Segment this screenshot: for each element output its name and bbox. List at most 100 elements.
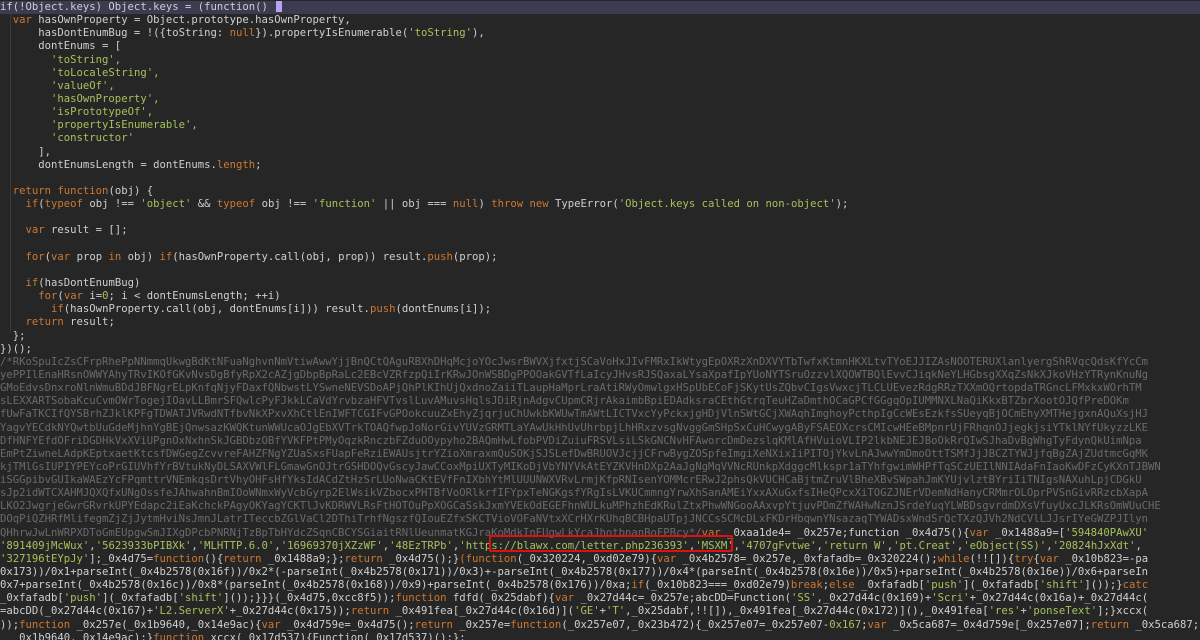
code-token: return bbox=[414, 618, 460, 631]
code-line: DOqPiQZHRfMlifegmZjZjJytmHviNsJmnJLatrIT… bbox=[0, 513, 1200, 526]
code-token: /*RKoSpuIcZsCFrpRhePpNNmmqUkwgBdKtNFuaNg… bbox=[0, 355, 1149, 368]
code-token: )); bbox=[0, 618, 20, 631]
code-token: prop bbox=[76, 250, 109, 263]
code-token: if bbox=[25, 276, 39, 289]
code-token: 'function' bbox=[312, 198, 377, 211]
code-line: ));function _0x257e(_0x1b9640,_0x14e9ac)… bbox=[0, 619, 1200, 632]
code-token: }; bbox=[0, 329, 26, 342]
code-line: 'toString', bbox=[0, 54, 1200, 67]
code-line: EmPtZiwneLAdpKEptxaetKtcsfDWGegZcvvreFAH… bbox=[0, 448, 1200, 461]
code-line: fUwFaTKCIfQYSBrhZJklKPFgTDWATJVRwdNTfbvN… bbox=[0, 408, 1200, 421]
code-token: (hasOwnProperty.call(obj, dontEnums[i]))… bbox=[63, 303, 370, 316]
code-token: _0x1488a9;}; bbox=[267, 552, 345, 565]
code-line: })(); bbox=[0, 343, 1200, 356]
code-token: if bbox=[159, 250, 173, 263]
code-token: var bbox=[1039, 552, 1066, 565]
code-token: (hasDontEnumBug) bbox=[38, 276, 141, 289]
code-token: 'ponseText' bbox=[1026, 605, 1098, 618]
code-token: 'res' bbox=[988, 605, 1021, 618]
code-token: push bbox=[369, 303, 396, 316]
code-token: i= bbox=[89, 290, 103, 303]
code-token: DOqPiQZHRfMlifegmZjZjJytmHviNsJmnJLatrIT… bbox=[0, 513, 1149, 526]
code-token: (_0x257e07,_0x23b472){_0x257e07=_0x257e0… bbox=[561, 618, 830, 631]
code-line: yePPIlEnaHRsnOWWYAhyTRvIKOfGKvNvsDgBfyRp… bbox=[0, 369, 1200, 382]
code-token: 'toString' bbox=[408, 27, 472, 40]
code-token: YagvYECdkNYQwtbUuGdeMjhnYgBEjQnwsazKWQKt… bbox=[0, 421, 1149, 434]
code-token: fUwFaTKCIfQYSBrhZJklKPFgTDWATJVRwdNTfbvN… bbox=[0, 408, 1149, 421]
code-editor[interactable]: if(!Object.keys) Object.keys = (function… bbox=[0, 0, 1200, 640]
code-token: var bbox=[261, 618, 288, 631]
code-token: 'T' bbox=[605, 605, 626, 618]
code-token: fdfd(_0x25dabf){ bbox=[452, 592, 555, 605]
code-token: try bbox=[1014, 552, 1034, 565]
code-token: ; bbox=[255, 158, 262, 171]
code-token: (_0x10b823===_0xd02e79) bbox=[644, 579, 791, 592]
code-token: _0x5ca687=_0x4d759e[_0x257e07]; bbox=[892, 618, 1091, 631]
code-token: var bbox=[554, 592, 581, 605]
code-token: iSGGpibvGUIkaWAEzYcFPqmttrVNEmkqsDrtVhyO… bbox=[0, 474, 1142, 487]
code-token: var bbox=[25, 224, 52, 237]
code-token: for bbox=[38, 290, 58, 303]
code-token: ], bbox=[0, 145, 52, 158]
code-token: typeof bbox=[44, 198, 90, 211]
code-token: LKO2JwgrjeGwrGRvrkUPYEdapc2iEaKchckPAgyO… bbox=[0, 500, 1161, 513]
code-token: if bbox=[25, 198, 39, 211]
code-token: while bbox=[937, 552, 970, 565]
code-token: yePPIlEnaHRsnOWWYAhyTRvIKOfGKvNvsDgBfyRp… bbox=[0, 368, 1149, 381]
code-token: ](_0xfafadb[ bbox=[102, 592, 179, 605]
code-token: obj !== bbox=[89, 198, 141, 211]
code-token: kjTMlGsIUPIYPEYcoPrGIUVhfYrBVtukNyDLSAXV… bbox=[0, 460, 1161, 473]
code-token: 'toLocaleString', bbox=[51, 66, 160, 79]
code-token: =abcDD(_0x27d44c(0x167)+ bbox=[0, 605, 154, 618]
code-token: 'SS' bbox=[790, 592, 817, 605]
code-token: (){ bbox=[204, 552, 224, 565]
code-token: '4707gFvtwe' bbox=[739, 539, 817, 552]
code-line: 'constructor' bbox=[0, 132, 1200, 145]
code-token: (function bbox=[459, 552, 517, 565]
code-token: ) bbox=[478, 198, 492, 211]
code-token: length bbox=[216, 158, 256, 171]
code-token: _0x257e(_0x1b9640,_0x14e9ac){ bbox=[76, 618, 262, 631]
code-token: 'return W' bbox=[822, 539, 887, 552]
code-token: hasDontEnumBug = !({toString: bbox=[0, 27, 230, 40]
code-token: break bbox=[790, 579, 823, 592]
code-token: var bbox=[12, 14, 39, 27]
code-token: 'propertyIsEnumerable', bbox=[51, 119, 198, 132]
code-token: 'shift' bbox=[178, 592, 224, 605]
code-token: _0x10b823=-pa bbox=[1065, 552, 1149, 565]
code-line: return result; bbox=[0, 316, 1200, 329]
code-token: _0x4d759e=_0x4d75(); bbox=[287, 618, 415, 631]
code-token: , bbox=[1135, 539, 1142, 552]
code-token: 'constructor' bbox=[51, 132, 134, 145]
code-token: 0x167 bbox=[829, 618, 862, 631]
code-token: 'hasOwnProperty', bbox=[51, 92, 160, 105]
code-token: 'valueOf', bbox=[51, 79, 115, 92]
code-line: 'propertyIsEnumerable', bbox=[0, 119, 1200, 132]
code-token: return bbox=[25, 316, 71, 329]
code-token: (hasOwnProperty.call(obj, prop)) result. bbox=[172, 250, 428, 263]
code-token: ](_0xfafadb[ bbox=[963, 579, 1040, 592]
code-line: dontEnumsLength = dontEnums.length; bbox=[0, 159, 1200, 172]
code-token: '48EzTRPb' bbox=[389, 539, 453, 552]
code-token: in bbox=[108, 250, 128, 263]
code-token: var bbox=[51, 250, 77, 263]
code-token: (obj) { bbox=[108, 184, 154, 197]
code-token: function bbox=[19, 618, 77, 631]
code-token: 'push' bbox=[63, 592, 103, 605]
code-token: 'isPrototypeOf', bbox=[51, 106, 154, 119]
code-token: typeof bbox=[216, 198, 262, 211]
code-token: +_0x27d44c(0x16a)+_0x27d44c( bbox=[969, 592, 1149, 605]
code-token: ];}xccx( bbox=[1097, 605, 1149, 618]
code-token: '5623933bPIBXk' bbox=[95, 539, 192, 552]
code-token: sLEXXARTSobaKcuCvmOWrTogejIOavLLBmrSFQwl… bbox=[0, 395, 1129, 408]
code-token: if(!Object.keys) Object.keys = (function… bbox=[0, 1, 275, 13]
code-line: 'hasOwnProperty', bbox=[0, 93, 1200, 106]
